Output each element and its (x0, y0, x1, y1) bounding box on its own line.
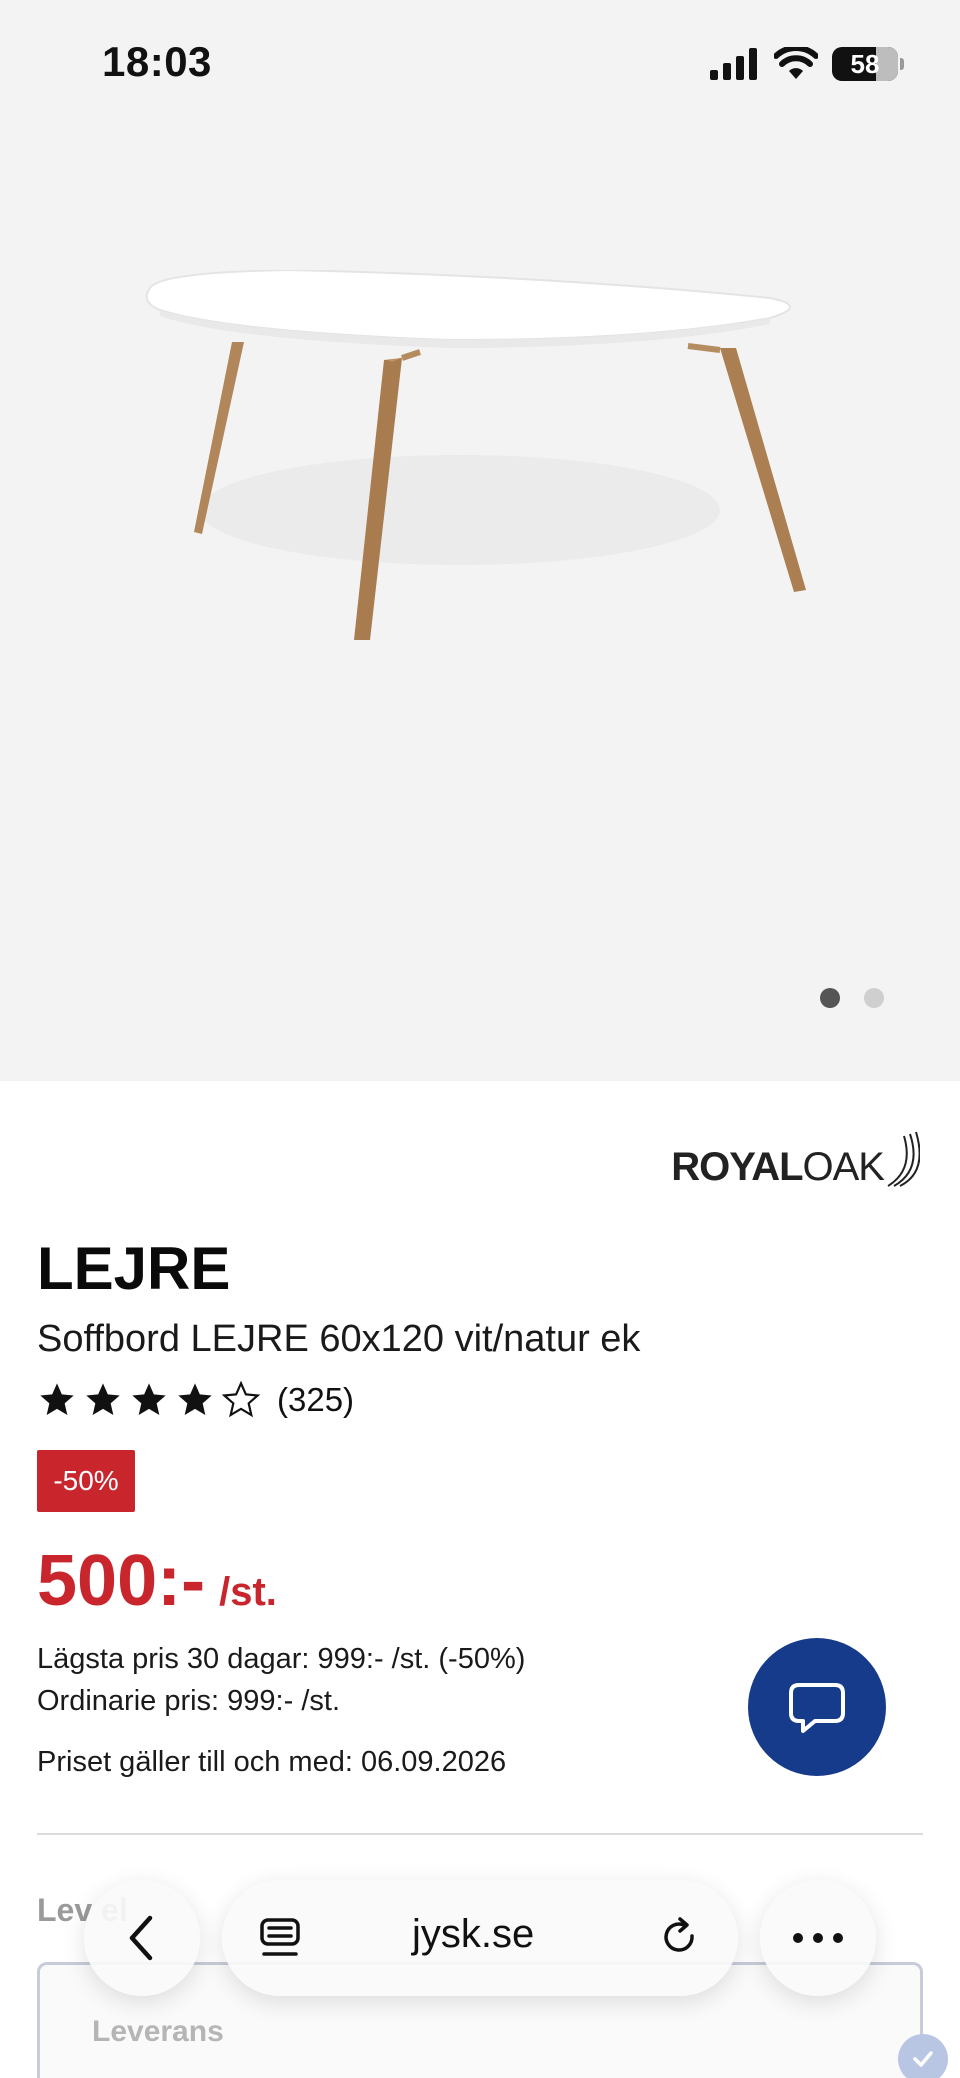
brand-logo-royal-oak: ROYAL OAK (671, 1124, 920, 1190)
battery-icon: 58 (832, 47, 904, 81)
gallery-dot-active[interactable] (820, 988, 840, 1008)
chat-bubble-icon (789, 1683, 845, 1733)
ordinary-price-line: Ordinarie pris: 999:- /st. (37, 1685, 340, 1717)
divider (37, 1833, 923, 1835)
brand-swoosh-icon (887, 1131, 920, 1187)
address-bar[interactable]: jysk.se (222, 1880, 738, 1996)
lowest-price-line: Lägsta pris 30 dagar: 999:- /st. (-50%) (37, 1643, 526, 1675)
wifi-icon (774, 47, 818, 79)
product-gallery[interactable]: 18:03 58 (0, 0, 960, 1081)
check-icon (898, 2034, 948, 2078)
chevron-left-icon (129, 1915, 153, 1961)
price-valid-until: Priset gäller till och med: 06.09.2026 (37, 1746, 507, 1778)
star-filled-icon (132, 1383, 166, 1415)
price-unit: /st. (219, 1570, 277, 1614)
status-bar: 18:03 58 (0, 0, 960, 130)
status-time: 18:03 (102, 38, 212, 85)
more-button[interactable] (760, 1880, 876, 1996)
page-menu-icon[interactable] (258, 1916, 302, 1960)
price: 500:- /st. (37, 1540, 277, 1622)
browser-toolbar: jysk.se (0, 1870, 960, 2000)
price-amount: 500:- (37, 1541, 206, 1621)
discount-badge: -50% (37, 1450, 135, 1512)
signal-icon (710, 48, 757, 80)
star-filled-icon (40, 1383, 74, 1415)
star-filled-icon (86, 1383, 120, 1415)
url-text[interactable]: jysk.se (412, 1912, 534, 1957)
battery-level: 58 (850, 48, 880, 79)
review-count[interactable]: (325) (277, 1381, 354, 1419)
gallery-pagination (820, 988, 884, 1008)
reload-icon[interactable] (658, 1916, 702, 1960)
star-filled-icon (178, 1383, 212, 1415)
back-button[interactable] (84, 1880, 200, 1996)
product-subtitle: Soffbord LEJRE 60x120 vit/natur ek (37, 1318, 641, 1360)
delivery-option-label: Leverans (92, 2015, 224, 2048)
gallery-dot[interactable] (864, 988, 884, 1008)
price-details: Lägsta pris 30 dagar: 999:- /st. (-50%) … (37, 1638, 525, 1722)
chat-button[interactable] (748, 1638, 886, 1776)
status-icons: 58 (710, 44, 904, 84)
more-dots-icon (793, 1933, 843, 1943)
product-name: LEJRE (37, 1235, 231, 1302)
star-empty-icon (221, 1380, 261, 1418)
coffee-table-image (145, 270, 806, 640)
product-rating[interactable]: (325) (37, 1380, 354, 1420)
